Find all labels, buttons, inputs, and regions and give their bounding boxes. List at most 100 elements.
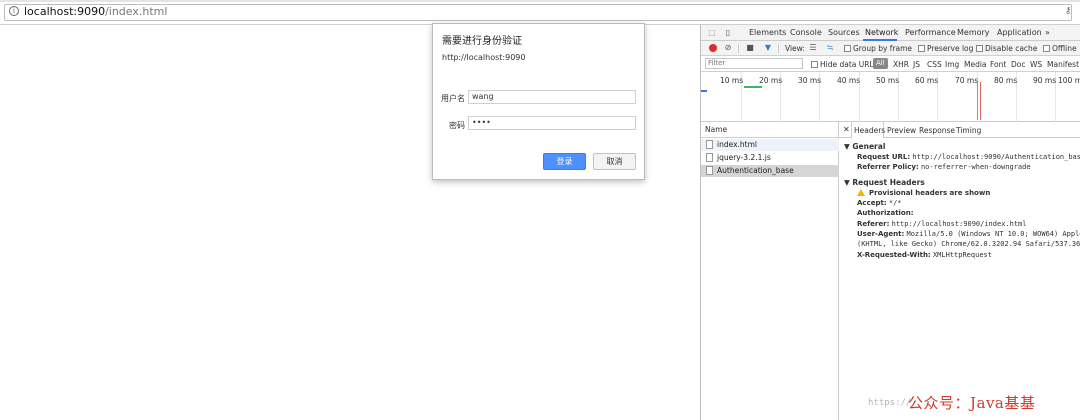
request-name: jquery-3.2.1.js: [717, 153, 771, 162]
checkbox[interactable]: [976, 45, 983, 52]
checkbox[interactable]: [811, 61, 818, 68]
cancel-button[interactable]: 取消: [593, 153, 636, 170]
filter-type-font[interactable]: Font: [990, 60, 1006, 69]
tab-network[interactable]: Network: [865, 28, 898, 37]
load-line: [980, 82, 981, 120]
tab-memory[interactable]: Memory: [957, 28, 990, 37]
tick-label: 80 ms: [994, 76, 1018, 85]
clear-icon[interactable]: ⊘: [723, 43, 733, 53]
header-key: X-Requested-With:: [857, 251, 931, 259]
request-details: ✕ Headers Preview Response Timing ▼ Gene…: [839, 122, 1080, 420]
user-agent-row-continued: (KHTML, like Gecko) Chrome/62.0.3202.94 …: [857, 240, 1080, 248]
tab-sources[interactable]: Sources: [828, 28, 860, 37]
header-key: User-Agent:: [857, 230, 905, 238]
tab-response[interactable]: Response: [919, 126, 955, 135]
filter-type-media[interactable]: Media: [964, 60, 987, 69]
filter-input[interactable]: Filter: [705, 58, 803, 69]
name-column-header[interactable]: Name: [701, 122, 839, 138]
key-icon[interactable]: ⚷: [1062, 5, 1074, 17]
header-value: XMLHttpRequest: [932, 251, 992, 259]
tick-label: 90 ms: [1033, 76, 1057, 85]
tab-console[interactable]: Console: [790, 28, 822, 37]
timeline-overview[interactable]: 10 ms 20 ms 30 ms 40 ms 50 ms 60 ms 70 m…: [701, 72, 1080, 122]
tab-performance[interactable]: Performance: [905, 28, 956, 37]
filter-type-js[interactable]: JS: [913, 60, 920, 69]
tick-label: 10 ms: [720, 76, 744, 85]
devtools-tabbar: ⬚ ▯ Elements Console Sources Network Per…: [701, 25, 1080, 41]
header-value: no-referrer-when-downgrade: [920, 163, 1031, 171]
login-button[interactable]: 登录: [543, 153, 586, 170]
record-icon[interactable]: [709, 44, 717, 52]
filter-bar: Filter Hide data URLs All XHR JS CSS Img…: [701, 56, 1080, 72]
tab-strip: [0, 0, 1080, 2]
username-input[interactable]: wang: [468, 90, 636, 104]
request-url-row: Request URL: http://localhost:9090/Authe…: [857, 153, 1080, 161]
divider: [738, 44, 739, 53]
info-icon[interactable]: i: [9, 6, 19, 16]
referrer-policy-row: Referrer Policy: no-referrer-when-downgr…: [857, 163, 1031, 171]
filter-type-all[interactable]: All: [873, 58, 888, 69]
tab-headers[interactable]: Headers: [854, 126, 885, 135]
waterfall-bar: [701, 90, 707, 92]
devtools-panel: ⬚ ▯ Elements Console Sources Network Per…: [700, 25, 1080, 420]
group-by-frame-checkbox[interactable]: Group by frame: [844, 44, 912, 53]
request-name: index.html: [717, 140, 757, 149]
checkbox[interactable]: [918, 45, 925, 52]
dialog-url: http://localhost:9090: [442, 53, 526, 62]
header-key: Authorization:: [857, 209, 914, 217]
url-host: localhost:9090: [24, 5, 106, 18]
disable-cache-checkbox[interactable]: Disable cache: [976, 44, 1037, 53]
more-tabs-icon[interactable]: »: [1045, 28, 1050, 37]
checkbox[interactable]: [1043, 45, 1050, 52]
camera-icon[interactable]: ■: [745, 43, 755, 53]
header-value: http://localhost:9090/Authentication_bas…: [912, 153, 1080, 161]
filter-type-ws[interactable]: WS: [1030, 60, 1042, 69]
general-section-toggle[interactable]: ▼ General: [844, 142, 885, 151]
filter-type-xhr[interactable]: XHR: [893, 60, 909, 69]
waterfall-icon[interactable]: ≒: [825, 43, 835, 53]
warning-icon: [857, 189, 865, 196]
tick-label: 50 ms: [876, 76, 900, 85]
close-icon[interactable]: ✕: [843, 125, 850, 134]
header-key: Request URL:: [857, 153, 911, 161]
request-headers-section-toggle[interactable]: ▼ Request Headers: [844, 178, 925, 187]
tab-application[interactable]: Application: [997, 28, 1042, 37]
x-requested-with-row: X-Requested-With: XMLHttpRequest: [857, 251, 992, 259]
tick-label: 20 ms: [759, 76, 783, 85]
tab-timing[interactable]: Timing: [956, 126, 981, 135]
preserve-log-checkbox[interactable]: Preserve log: [918, 44, 973, 53]
password-input[interactable]: ••••: [468, 116, 636, 130]
filter-type-css[interactable]: CSS: [927, 60, 942, 69]
tick-label: 40 ms: [837, 76, 861, 85]
large-rows-icon[interactable]: ☰: [808, 43, 818, 53]
tick-label: 30 ms: [798, 76, 822, 85]
device-toggle-icon[interactable]: ▯: [723, 28, 733, 38]
checkbox[interactable]: [844, 45, 851, 52]
provisional-warning: Provisional headers are shown: [857, 189, 990, 197]
url-path: /index.html: [105, 5, 168, 18]
group-by-frame-label: Group by frame: [853, 44, 913, 53]
authorization-row: Authorization:: [857, 209, 914, 217]
tab-elements[interactable]: Elements: [749, 28, 786, 37]
filter-type-doc[interactable]: Doc: [1011, 60, 1026, 69]
offline-checkbox[interactable]: Offline: [1043, 44, 1077, 53]
filter-type-img[interactable]: Img: [945, 60, 959, 69]
tab-preview[interactable]: Preview: [887, 126, 916, 135]
request-row[interactable]: index.html: [701, 139, 839, 151]
user-agent-row: User-Agent: Mozilla/5.0 (Windows NT 10.0…: [857, 230, 1080, 238]
watermark-url: https://: [868, 398, 912, 408]
referer-row: Referer: http://localhost:9090/index.htm…: [857, 220, 1026, 228]
header-key: Accept:: [857, 199, 887, 207]
filter-type-manifest[interactable]: Manifest: [1047, 60, 1079, 69]
divider: [778, 44, 779, 53]
url-text[interactable]: localhost:9090/index.html: [24, 5, 167, 18]
file-icon: [706, 166, 713, 175]
username-label: 用户名: [441, 94, 465, 103]
filter-icon[interactable]: ▼: [763, 43, 773, 53]
tick-label: 70 ms: [955, 76, 979, 85]
request-row[interactable]: jquery-3.2.1.js: [701, 152, 839, 164]
request-row-selected[interactable]: Authentication_base: [701, 165, 839, 177]
accept-row: Accept: */*: [857, 199, 902, 207]
hide-data-urls-checkbox[interactable]: Hide data URLs: [811, 60, 878, 69]
inspect-icon[interactable]: ⬚: [707, 28, 717, 38]
